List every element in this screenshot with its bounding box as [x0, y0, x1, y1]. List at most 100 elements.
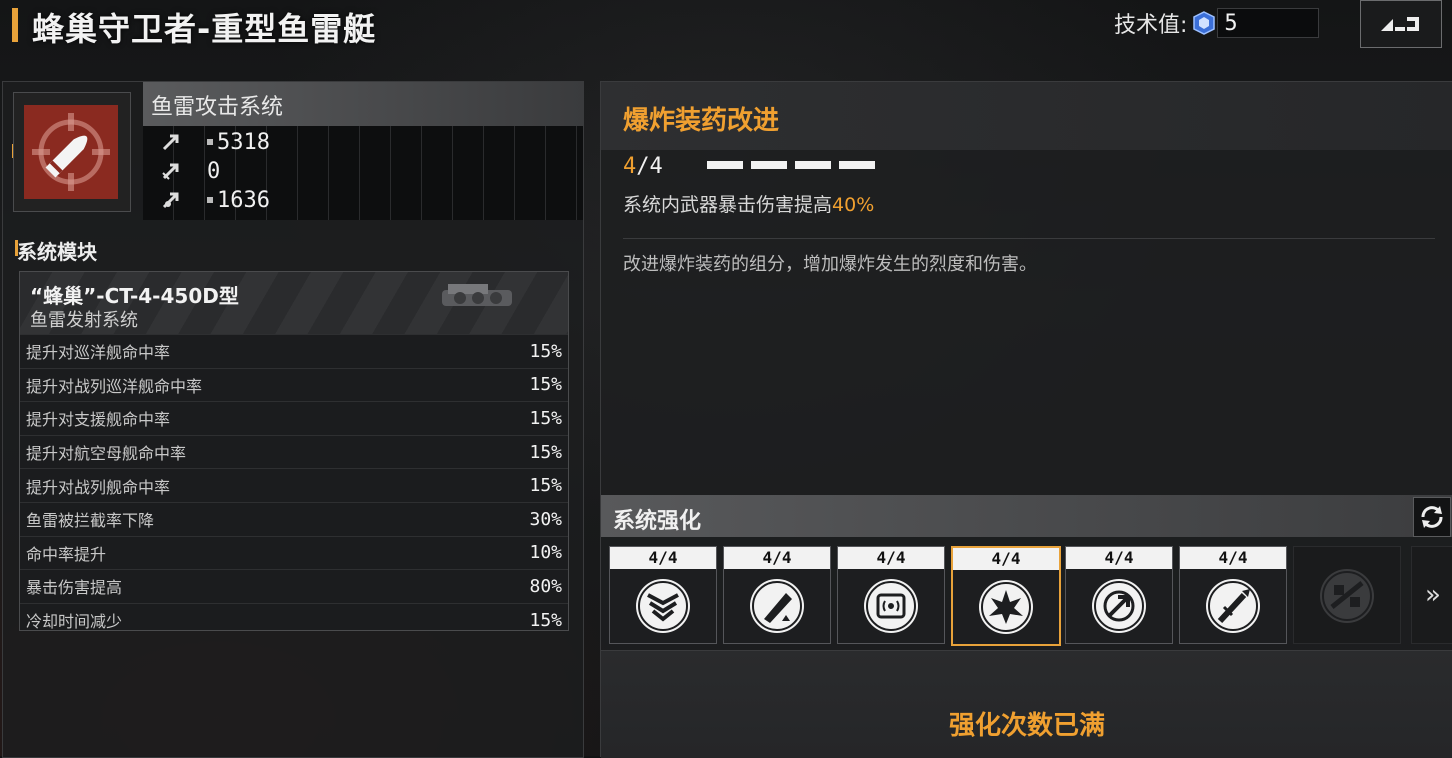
slot-level: 4/4 [610, 547, 716, 569]
divider [623, 238, 1435, 239]
header: 蜂巢守卫者-重型鱼雷艇 技术值: 5 [0, 0, 1452, 70]
module-stat-row: 提升对战列巡洋舰命中率 15% [20, 367, 568, 402]
locked-satellite-icon [1320, 569, 1374, 623]
module-stat-value: 30% [529, 508, 562, 530]
enhance-slot-1[interactable]: 4/4 [609, 546, 717, 644]
module-stat-row: 提升对支援舰命中率 15% [20, 401, 568, 435]
module-stat-value: 15% [529, 340, 562, 362]
module-name: “蜂巢”-CT-4-450D型 [30, 284, 239, 308]
back-arrow-icon [1381, 17, 1419, 31]
chevron-right-icon: » [1425, 580, 1441, 610]
module-stat-row: 冷却时间减少 15% [20, 602, 568, 637]
module-stat-row: 提升对巡洋舰命中率 15% [20, 334, 568, 368]
status-area: 强化次数已满 [601, 650, 1452, 758]
module-stat-label: 提升对战列舰命中率 [26, 477, 171, 497]
system-stats: 5318 0 1636 [143, 126, 583, 220]
level-pips [707, 161, 875, 169]
enhance-status: 强化次数已满 [948, 711, 1105, 741]
module-stat-row: 提升对航空母舰命中率 15% [20, 434, 568, 469]
system-name: 鱼雷攻击系统 [151, 95, 284, 120]
refresh-icon [1421, 506, 1443, 528]
enhance-slot-3[interactable]: 4/4 [837, 546, 945, 644]
armor-chevron-icon [636, 579, 690, 633]
explosion-icon [979, 580, 1033, 634]
module-stats-list: 提升对巡洋舰命中率 15% 提升对战列巡洋舰命中率 15% 提升对支援舰命中率 15% 提升… [20, 334, 568, 636]
level-pip [707, 161, 743, 169]
stat-value: 5318 [217, 129, 270, 155]
module-stat-value: 15% [529, 374, 562, 396]
stat-row-antiair: 0 [161, 157, 220, 185]
stat-value: 1636 [217, 187, 270, 213]
module-type: 鱼雷发射系统 [30, 310, 138, 331]
enhance-slot-locked[interactable] [1293, 546, 1401, 644]
target-arrow-icon [1092, 579, 1146, 633]
module-stat-label: 命中率提升 [26, 544, 107, 564]
module-stat-value: 15% [529, 609, 562, 631]
missile-launch-icon [1206, 579, 1260, 633]
slot-level: 4/4 [1066, 547, 1172, 569]
slot-level: 4/4 [724, 547, 830, 569]
tech-label: 技术值: [1114, 13, 1188, 38]
signal-chip-icon [864, 579, 918, 633]
back-button[interactable] [1360, 0, 1442, 48]
module-card: “蜂巢”-CT-4-450D型 鱼雷发射系统 提升对巡洋舰命中率 15% 提升对战列… [19, 271, 569, 631]
enhance-slot-6[interactable]: 4/4 [1179, 546, 1287, 644]
module-stat-row: 鱼雷被拦截率下降 30% [20, 501, 568, 536]
slot-level: 4/4 [1180, 547, 1286, 569]
tech-value-display: 技术值: 5 [1114, 8, 1320, 38]
system-panel: 鱼雷攻击系统 5318 0 1636 系统模块 “蜂巢”-CT-4-450D型 … [2, 81, 584, 758]
module-stat-label: 暴击伤害提高 [26, 578, 123, 598]
section-title: 系统模块 [15, 236, 97, 265]
slot-level: 4/4 [953, 548, 1059, 570]
torpedo-system-icon [24, 105, 118, 199]
effect-value: 40% [832, 194, 875, 216]
system-icon-frame[interactable] [13, 92, 131, 212]
title-accent [12, 8, 18, 42]
enhance-slot-2[interactable]: 4/4 [723, 546, 831, 644]
module-stat-value: 15% [529, 441, 562, 463]
enhance-title: 系统强化 [613, 509, 702, 534]
enhance-slot-5[interactable]: 4/4 [1065, 546, 1173, 644]
module-stat-label: 提升对支援舰命中率 [26, 410, 171, 430]
module-stat-label: 提升对战列巡洋舰命中率 [26, 376, 203, 396]
more-slots-button[interactable]: » [1411, 546, 1452, 644]
system-card: 鱼雷攻击系统 5318 0 1636 [3, 82, 583, 220]
module-stat-label: 提升对航空母舰命中率 [26, 444, 187, 464]
module-stat-value: 15% [529, 475, 562, 497]
enhance-bar: 系统强化 [601, 495, 1452, 537]
enhance-slot-4-selected[interactable]: 4/4 [951, 546, 1061, 646]
level-pip [839, 161, 875, 169]
upgrade-title-bar: 爆炸装药改进 [601, 82, 1452, 150]
module-stat-row: 暴击伤害提高 80% [20, 569, 568, 603]
level-current: 4 [623, 154, 637, 179]
module-stat-row: 命中率提升 10% [20, 535, 568, 570]
tech-value: 5 [1217, 8, 1320, 38]
antiair-stat-icon [162, 163, 179, 180]
upgrade-title: 爆炸装药改进 [623, 106, 780, 136]
tech-gem-icon [1193, 11, 1216, 35]
module-stat-value: 80% [529, 575, 562, 597]
slot-level: 4/4 [838, 547, 944, 569]
module-stat-value: 10% [529, 542, 562, 564]
module-stat-label: 提升对巡洋舰命中率 [26, 343, 171, 363]
effect-text: 系统内武器暴击伤害提高 [623, 194, 833, 216]
module-stat-label: 冷却时间减少 [26, 612, 123, 632]
enhance-slots: 4/4 4/4 4/4 4/4 4/4 4/4 » [609, 546, 1452, 646]
torpedo-launcher-icon [442, 284, 512, 306]
pen-upgrade-icon [750, 579, 804, 633]
damage-stat-icon [162, 134, 179, 151]
level-max: /4 [636, 154, 663, 179]
upgrade-panel: 爆炸装药改进 4/4 系统内武器暴击伤害提高40% 改进爆炸装药的组分，增加爆炸… [600, 81, 1452, 758]
module-stat-value: 15% [529, 407, 562, 429]
module-stat-label: 鱼雷被拦截率下降 [26, 511, 155, 531]
upgrade-effect: 系统内武器暴击伤害提高40% [623, 190, 874, 217]
system-name-bar: 鱼雷攻击系统 [143, 82, 583, 126]
module-stat-row: 提升对战列舰命中率 15% [20, 468, 568, 502]
module-header: “蜂巢”-CT-4-450D型 鱼雷发射系统 [20, 272, 568, 334]
refresh-button[interactable] [1413, 497, 1451, 537]
stat-value: 0 [207, 158, 221, 184]
stat-row-siege: 1636 [161, 186, 270, 214]
upgrade-description: 改进爆炸装药的组分，增加爆炸发生的烈度和伤害。 [623, 254, 1037, 275]
upgrade-level: 4/4 [623, 154, 663, 179]
siege-stat-icon [162, 192, 179, 209]
